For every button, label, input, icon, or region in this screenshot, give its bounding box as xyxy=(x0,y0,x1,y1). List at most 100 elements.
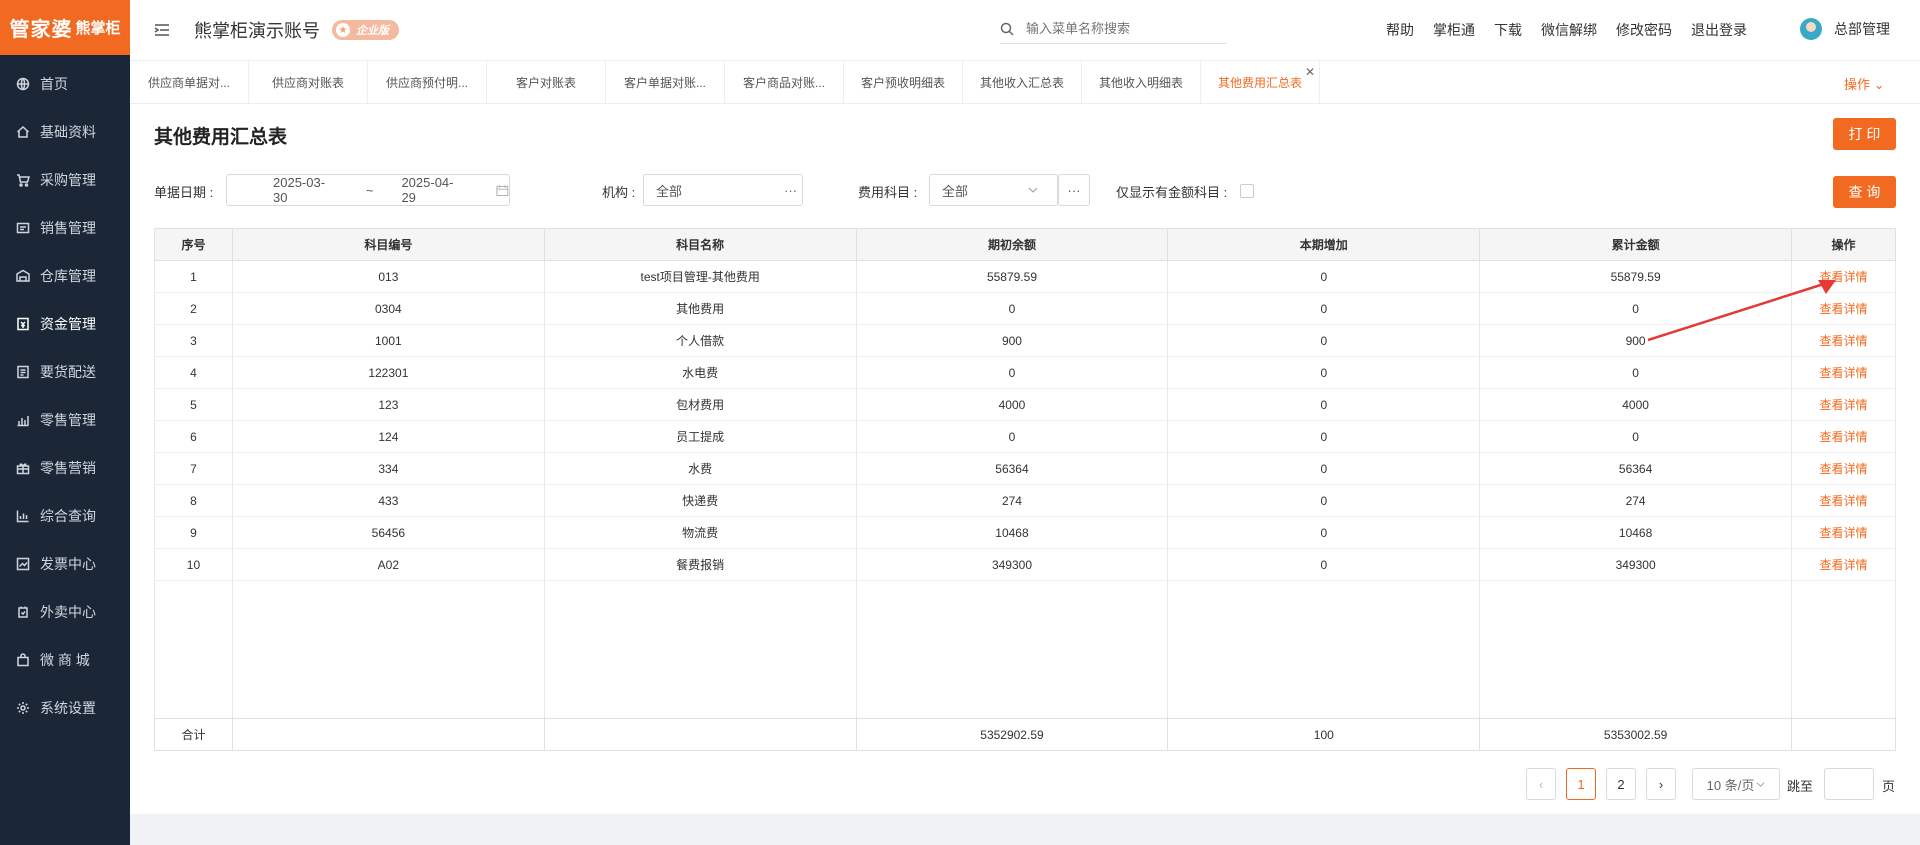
next-page-button[interactable]: › xyxy=(1646,768,1676,800)
chevron-down-icon[interactable] xyxy=(1028,185,1038,195)
tab-8[interactable]: 其他收入汇总表 xyxy=(963,60,1082,104)
header-link-6[interactable]: 退出登录 xyxy=(1691,20,1747,40)
sidebar-item-label: 微 商 城 xyxy=(40,652,90,668)
sidebar-item-label: 外卖中心 xyxy=(40,604,96,620)
sidebar-item-3[interactable]: 采购管理 xyxy=(0,156,130,204)
only-amount-label: 仅显示有金额科目 : xyxy=(1116,185,1228,200)
table-row: 4 122301 水电费 0 0 0 查看详情 xyxy=(154,356,1896,389)
view-detail-link[interactable]: 查看详情 xyxy=(1791,324,1896,357)
org-select[interactable]: 全部 ··· xyxy=(643,174,803,206)
prev-page-button[interactable]: ‹ xyxy=(1526,768,1556,800)
sidebar-item-4[interactable]: 销售管理 xyxy=(0,204,130,252)
header-link-4[interactable]: 微信解绑 xyxy=(1541,20,1597,40)
subject-value: 全部 xyxy=(942,183,969,199)
sidebar-item-label: 仓库管理 xyxy=(40,268,96,284)
user-menu[interactable]: 总部管理 xyxy=(1800,18,1890,40)
calendar-icon[interactable] xyxy=(496,184,509,197)
tab-3[interactable]: 供应商预付明... xyxy=(368,60,487,104)
table-cell: 餐费报销 xyxy=(543,548,857,581)
date-range-picker[interactable]: 2025-03-30 ~ 2025-04-29 xyxy=(226,174,510,206)
sidebar-item-12[interactable]: 外卖中心 xyxy=(0,588,130,636)
header-link-3[interactable]: 下载 xyxy=(1494,20,1522,40)
subject-more-button[interactable]: ··· xyxy=(1058,174,1090,206)
empty-cell xyxy=(1791,580,1896,719)
menu-toggle-icon[interactable] xyxy=(154,22,170,38)
table-row: 8 433 快递费 274 0 274 查看详情 xyxy=(154,484,1896,517)
date-end[interactable]: 2025-04-29 xyxy=(401,175,466,205)
header-link-1[interactable]: 帮助 xyxy=(1386,20,1414,40)
sidebar-item-label: 要货配送 xyxy=(40,364,96,380)
close-icon[interactable]: ✕ xyxy=(1305,65,1315,79)
sidebar-item-label: 综合查询 xyxy=(40,508,96,524)
header-link-5[interactable]: 修改密码 xyxy=(1616,20,1672,40)
tab-label: 供应商对账表 xyxy=(271,75,344,90)
view-detail-link[interactable]: 查看详情 xyxy=(1791,292,1896,325)
tab-operations-menu[interactable]: 操作 ⌄ xyxy=(1844,74,1889,93)
table-cell: 4 xyxy=(154,356,233,389)
page-size-select[interactable]: 10 条/页 xyxy=(1692,768,1780,800)
header-links: 帮助 掌柜通 下载 微信解绑 修改密码 退出登录 xyxy=(1386,20,1766,40)
sidebar-item-1[interactable]: 首页 xyxy=(0,60,130,108)
jump-page-input[interactable] xyxy=(1824,768,1874,800)
tab-label: 其他费用汇总表 xyxy=(1217,75,1302,90)
jump-to-label: 跳至 xyxy=(1787,779,1814,794)
search-icon[interactable] xyxy=(1000,22,1014,36)
subject-select[interactable]: 全部 xyxy=(929,174,1058,206)
tab-label: 其他收入明细表 xyxy=(1098,75,1183,90)
sidebar-item-11[interactable]: 发票中心 xyxy=(0,540,130,588)
expense-summary-table: 序号 科目编号 科目名称 期初余额 本期增加 累计金额 操作 1 013 test项目管理-其他… xyxy=(154,228,1896,751)
tab-2[interactable]: 供应商对账表 xyxy=(249,60,368,104)
tab-4[interactable]: 客户对账表 xyxy=(487,60,606,104)
brand-logo[interactable]: 管家婆 熊掌柜 xyxy=(0,0,130,55)
header-link-2[interactable]: 掌柜通 xyxy=(1433,20,1475,40)
date-start[interactable]: 2025-03-30 xyxy=(273,175,338,205)
view-detail-link[interactable]: 查看详情 xyxy=(1791,356,1896,389)
sidebar-item-6[interactable]: 资金管理 xyxy=(0,300,130,348)
search-input[interactable] xyxy=(1026,21,1216,36)
sidebar-item-10[interactable]: 综合查询 xyxy=(0,492,130,540)
view-detail-link[interactable]: 查看详情 xyxy=(1791,388,1896,421)
sidebar-item-5[interactable]: 仓库管理 xyxy=(0,252,130,300)
table-cell: 0 xyxy=(855,420,1169,453)
table-cell: 900 xyxy=(1479,324,1793,357)
table-cell: 124 xyxy=(231,420,545,453)
tab-6[interactable]: 客户商品对账... xyxy=(725,60,844,104)
sidebar-item-14[interactable]: 系统设置 xyxy=(0,684,130,732)
table-cell: 0 xyxy=(855,356,1169,389)
sidebar-item-7[interactable]: 要货配送 xyxy=(0,348,130,396)
column-header: 期初余额 xyxy=(855,228,1169,261)
view-detail-link[interactable]: 查看详情 xyxy=(1791,484,1896,517)
org-more-button[interactable]: ··· xyxy=(784,183,797,198)
tab-9[interactable]: 其他收入明细表 xyxy=(1082,60,1201,104)
view-detail-link[interactable]: 查看详情 xyxy=(1791,452,1896,485)
table-cell: 水费 xyxy=(543,452,857,485)
view-detail-link[interactable]: 查看详情 xyxy=(1791,516,1896,549)
table-row: 7 334 水费 56364 0 56364 查看详情 xyxy=(154,452,1896,485)
sidebar-item-13[interactable]: 微 商 城 xyxy=(0,636,130,684)
tab-10[interactable]: 其他费用汇总表 ✕ xyxy=(1201,60,1320,104)
table-row: 1 013 test项目管理-其他费用 55879.59 0 55879.59 查看详情 xyxy=(154,260,1896,293)
sidebar-item-label: 发票中心 xyxy=(40,556,96,572)
tab-1[interactable]: 供应商单据对... xyxy=(130,60,249,104)
page-button-2[interactable]: 2 xyxy=(1606,768,1636,800)
cart-icon xyxy=(16,173,30,187)
table-cell: 其他费用 xyxy=(543,292,857,325)
sidebar-item-8[interactable]: 零售管理 xyxy=(0,396,130,444)
view-detail-link[interactable]: 查看详情 xyxy=(1791,260,1896,293)
table-cell: test项目管理-其他费用 xyxy=(543,260,857,293)
query-button[interactable]: 查 询 xyxy=(1833,176,1896,208)
tab-7[interactable]: 客户预收明细表 xyxy=(844,60,963,104)
view-detail-link[interactable]: 查看详情 xyxy=(1791,548,1896,581)
only-amount-checkbox[interactable] xyxy=(1240,184,1254,198)
tab-5[interactable]: 客户单据对账... xyxy=(606,60,725,104)
page-button-1[interactable]: 1 xyxy=(1566,768,1596,800)
table-cell: 55879.59 xyxy=(855,260,1169,293)
sidebar-item-9[interactable]: 零售营销 xyxy=(0,444,130,492)
print-button[interactable]: 打 印 xyxy=(1833,118,1896,150)
table-body: 1 013 test项目管理-其他费用 55879.59 0 55879.59 查看详情 2 0… xyxy=(154,260,1896,751)
table-cell: 123 xyxy=(231,388,545,421)
chevron-down-icon xyxy=(1756,781,1765,787)
view-detail-link[interactable]: 查看详情 xyxy=(1791,420,1896,453)
column-header: 操作 xyxy=(1791,228,1896,261)
sidebar-item-2[interactable]: 基础资料 xyxy=(0,108,130,156)
